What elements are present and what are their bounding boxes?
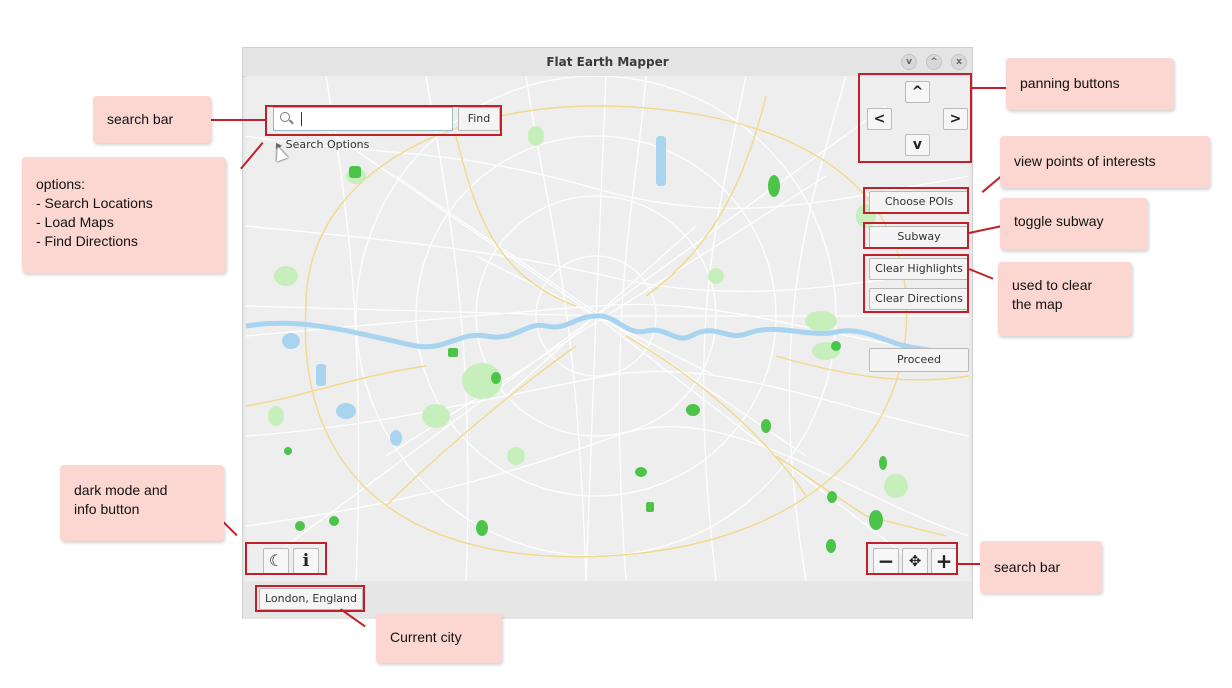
callout-clear-line: the map <box>1012 296 1063 312</box>
callout-pois-text: view points of interests <box>1014 153 1156 169</box>
callout-options-item: - Load Maps <box>36 214 114 230</box>
callout-city: Current city <box>376 613 502 663</box>
highlight-pois <box>863 187 969 214</box>
callout-darkmode: dark mode and info button <box>60 465 224 541</box>
proceed-button[interactable]: Proceed <box>869 348 969 372</box>
callout-search-text: search bar <box>107 111 174 127</box>
callout-clear: used to clear the map <box>998 262 1132 336</box>
callout-options-item: - Search Locations <box>36 195 153 211</box>
highlight-city <box>255 585 365 612</box>
callout-panning: panning buttons <box>1006 58 1174 110</box>
search-options-label: Search Options <box>285 138 370 151</box>
connector-line <box>972 87 1008 89</box>
connector-line <box>210 119 266 121</box>
callout-pois: view points of interests <box>1000 136 1210 188</box>
connector-line <box>222 520 238 537</box>
connector-line <box>958 563 980 565</box>
callout-zoom: search bar <box>980 541 1102 593</box>
callout-subway-text: toggle subway <box>1014 213 1104 229</box>
connector-line <box>981 176 1002 193</box>
callout-subway: toggle subway <box>1000 198 1148 250</box>
highlight-search <box>265 105 502 136</box>
callout-darkmode-line: dark mode and <box>74 482 168 498</box>
highlight-zoom <box>866 542 958 575</box>
callout-options-item: - Find Directions <box>36 233 138 249</box>
callout-zoom-text: search bar <box>994 559 1061 575</box>
minimize-icon[interactable]: v <box>901 54 917 70</box>
callout-clear-line: used to clear <box>1012 277 1093 293</box>
maximize-icon[interactable]: ^ <box>926 54 942 70</box>
highlight-clear <box>863 254 969 313</box>
callout-options-title: options: <box>36 176 86 192</box>
connector-line <box>968 225 1001 234</box>
callout-panning-text: panning buttons <box>1020 75 1120 91</box>
window-title: Flat Earth Mapper <box>546 55 669 69</box>
callout-darkmode-line: info button <box>74 501 140 517</box>
highlight-darkmode <box>245 542 327 575</box>
callout-search: search bar <box>93 96 211 143</box>
callout-city-text: Current city <box>390 629 462 645</box>
search-options-toggle[interactable]: ▶ Search Options <box>276 138 369 151</box>
close-icon[interactable]: x <box>951 54 967 70</box>
highlight-panning <box>858 73 972 163</box>
highlight-subway <box>863 222 969 249</box>
callout-options: options: - Search Locations - Load Maps … <box>22 157 226 273</box>
